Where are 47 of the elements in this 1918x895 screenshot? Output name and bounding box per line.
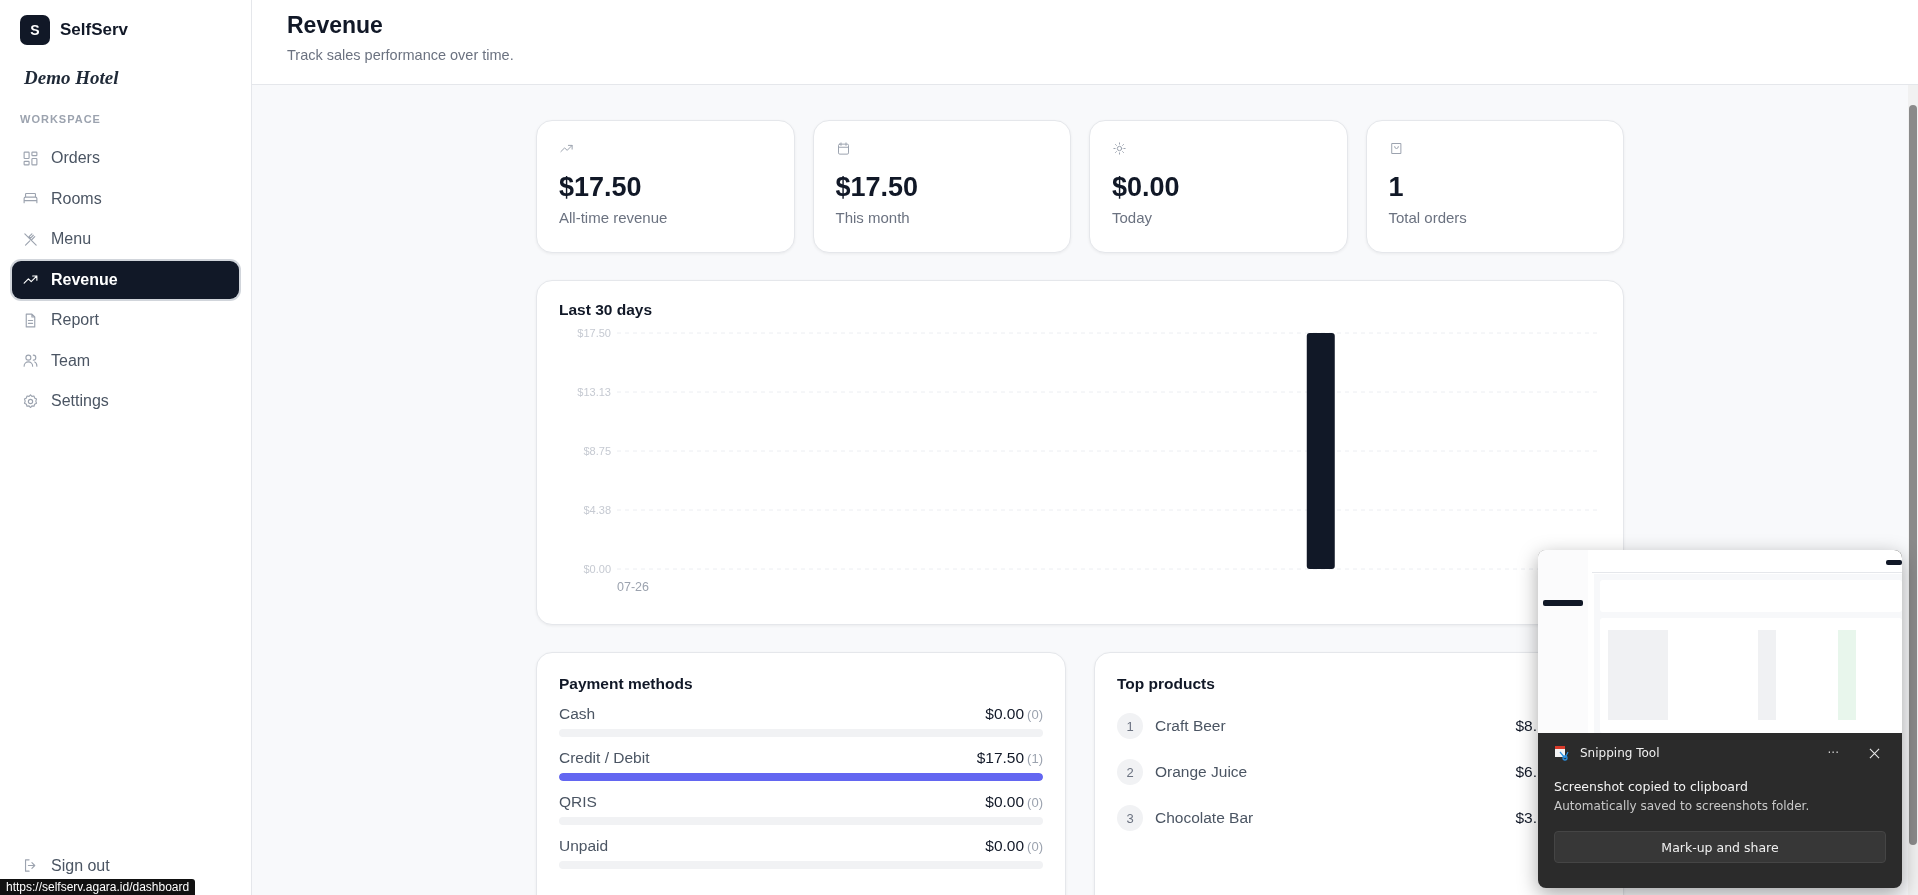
y-tick-label: $4.38 <box>583 504 611 516</box>
payment-method-name: Cash <box>559 705 597 723</box>
stat-value: $0.00 <box>1112 172 1181 203</box>
y-tick-label: $17.50 <box>577 327 611 339</box>
product-name: Craft Beer <box>1155 717 1227 735</box>
payment-count: (0) <box>1027 795 1043 810</box>
y-tick-label: $8.75 <box>583 445 611 457</box>
payment-amount: $0.00 <box>985 793 1025 811</box>
page-subtitle: Track sales performance over time. <box>287 47 515 63</box>
payment-method-name: QRIS <box>559 793 598 811</box>
product-amount: $8. <box>1515 717 1537 735</box>
section-label: WORKSPACE <box>19 112 102 127</box>
stat-label: This month <box>835 209 911 226</box>
property-name: Demo Hotel <box>23 66 120 89</box>
payment-method-name: Unpaid <box>559 837 610 855</box>
app-name: Snipping Tool <box>1580 746 1661 760</box>
payment-amount: $0.00 <box>985 837 1025 855</box>
rank-badge: 2 <box>1117 759 1143 785</box>
toast-title: Screenshot copied to clipboard <box>1554 779 1749 794</box>
rank-badge: 3 <box>1117 805 1143 831</box>
toast-message: Automatically saved to screenshots folder. <box>1554 799 1811 813</box>
page-title: Revenue <box>287 12 384 39</box>
payment-method-name: Credit / Debit <box>559 749 651 767</box>
stat-label: All-time revenue <box>559 209 669 226</box>
payment-count: (1) <box>1027 751 1043 766</box>
product-amount: $6. <box>1515 763 1537 781</box>
stat-value: $17.50 <box>559 172 643 203</box>
chart-title: Last 30 days <box>559 301 654 319</box>
product-name: Chocolate Bar <box>1155 809 1255 827</box>
card-title: Top products <box>1117 675 1216 693</box>
stat-label: Total orders <box>1388 209 1468 226</box>
payment-count: (0) <box>1027 839 1043 854</box>
brand-name: SelfServ <box>60 20 129 40</box>
payment-amount: $17.50 <box>976 749 1025 767</box>
link-url-tooltip: https://selfserv.agara.id/dashboard <box>0 879 196 895</box>
payment-amount: $0.00 <box>985 705 1025 723</box>
x-tick-label: 07-26 <box>617 580 649 594</box>
stat-value: $17.50 <box>835 172 920 203</box>
logo-badge: S <box>20 15 50 45</box>
card-title: Payment methods <box>559 675 694 693</box>
y-tick-label: $13.13 <box>577 386 611 398</box>
stat-value: 1 <box>1388 172 1405 203</box>
rank-badge: 1 <box>1117 713 1143 739</box>
payment-count: (0) <box>1027 707 1043 722</box>
stat-label: Today <box>1112 209 1154 226</box>
product-amount: $3. <box>1515 809 1537 827</box>
product-name: Orange Juice <box>1155 763 1249 781</box>
